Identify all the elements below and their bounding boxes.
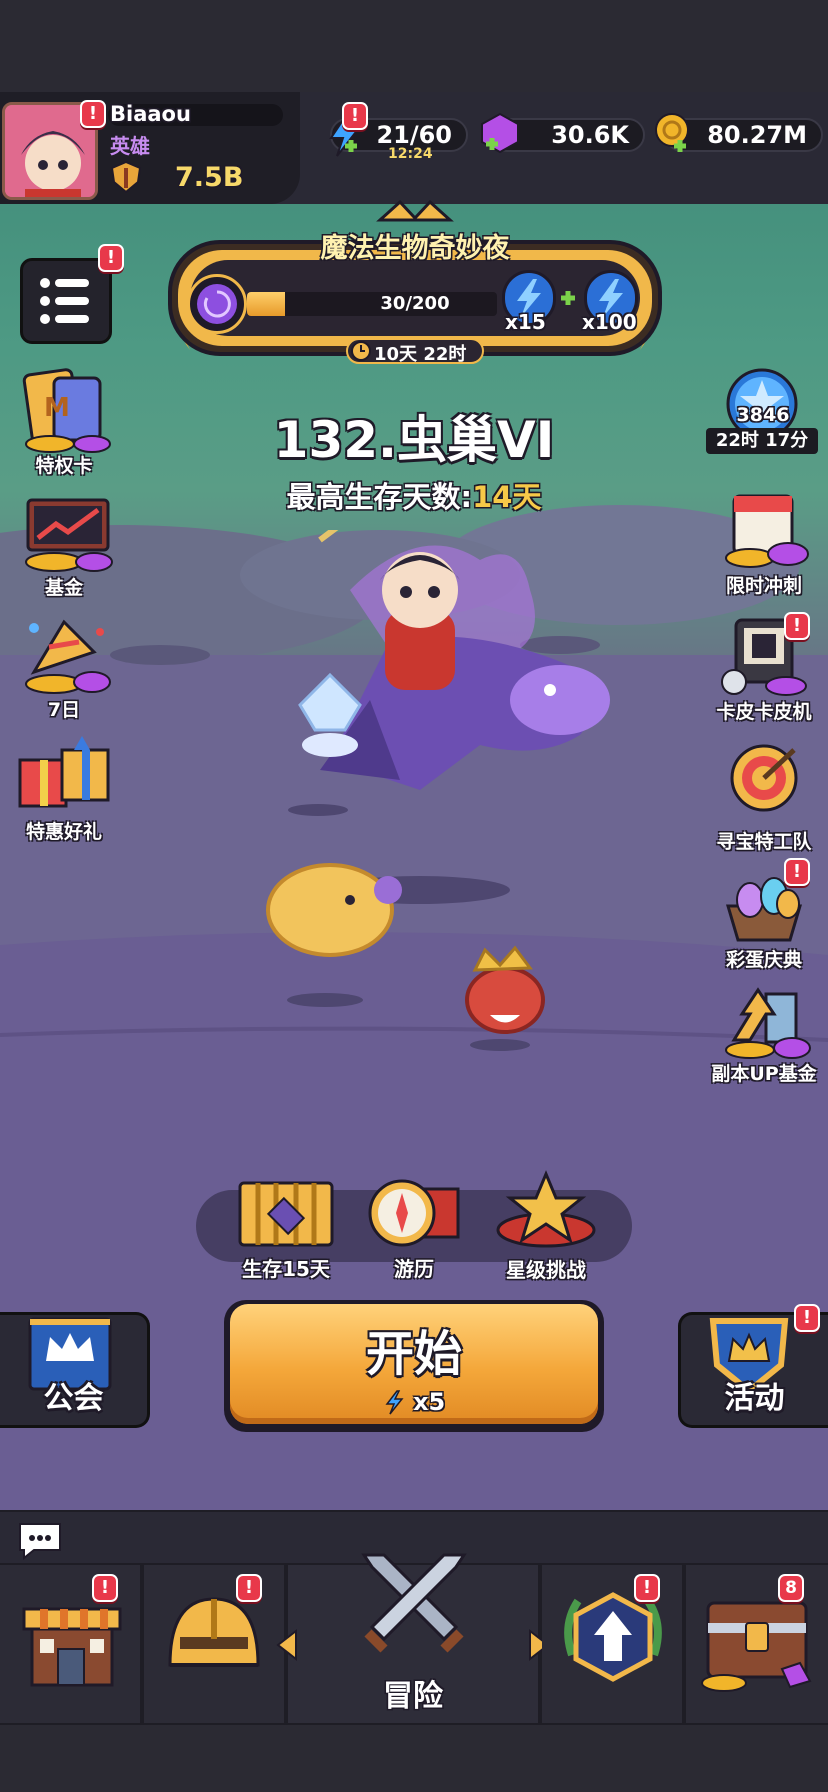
compass-icon: [368, 1179, 460, 1247]
target-icon: [730, 744, 798, 812]
nav-chest[interactable]: [686, 1565, 828, 1723]
fund-chart-icon: [25, 498, 113, 572]
right-menu-label: 寻宝特工队: [716, 831, 812, 853]
reward-count-2: x100: [582, 310, 637, 334]
shop-alert-badge: !: [92, 1574, 118, 1602]
right-menu-dungeon-fund[interactable]: 副本UP基金: [704, 984, 824, 1086]
chest-count-badge: 8: [778, 1574, 804, 1602]
energy-alert-badge: !: [342, 102, 368, 130]
slot-machine-alert-badge: !: [784, 612, 810, 640]
mode-star-challenge[interactable]: 星级挑战: [486, 1170, 606, 1282]
left-menu-seven-day[interactable]: 7日: [4, 612, 124, 722]
left-menu-label: 7日: [47, 699, 81, 721]
seven-day-party-icon: [25, 619, 111, 694]
energy-bolt-icon: [385, 1390, 404, 1415]
left-menu-gift[interactable]: 特惠好礼: [4, 734, 124, 844]
yellow-beast-pet: [250, 860, 410, 970]
start-button[interactable]: 开始 x5: [230, 1304, 598, 1424]
energy-timer: 12:24: [388, 146, 433, 162]
mode-travel[interactable]: 游历: [354, 1175, 474, 1281]
player-name: Biaaou: [110, 102, 191, 126]
treasure-chest-icon: [701, 1601, 812, 1692]
mode-survival[interactable]: 生存15天: [226, 1175, 346, 1281]
activity-label: 活动: [724, 1381, 785, 1416]
reward-count-1: x15: [505, 310, 546, 334]
left-menu-label: 基金: [44, 577, 83, 599]
magic-orb-icon: [187, 274, 247, 334]
plus-icon: [558, 288, 578, 308]
star-count: 3846: [736, 404, 790, 426]
privilege-card-icon: M: [22, 368, 111, 453]
gate-icon: [238, 1181, 334, 1247]
equipment-alert-badge: !: [236, 1574, 262, 1602]
event-title: 魔法生物奇妙夜: [320, 233, 510, 264]
right-menu-label: 限时冲刺: [725, 575, 802, 597]
gold-coin-icon: [652, 110, 696, 156]
menu-alert-badge: !: [98, 244, 124, 272]
best-survival-label: 最高生存天数:: [286, 480, 473, 514]
player-power: 7.5B: [175, 162, 244, 193]
activity-alert-badge: !: [794, 1304, 820, 1332]
gift-box-icon: [18, 736, 110, 808]
nav-adventure[interactable]: 冒险: [276, 1553, 550, 1723]
start-cost: x5: [230, 1388, 598, 1416]
nav-adventure-label: 冒险: [383, 1679, 443, 1714]
chat-bubble-icon: [19, 1523, 61, 1560]
right-menu-label: 卡皮卡皮机: [716, 701, 812, 723]
svg-text:M: M: [44, 393, 70, 423]
clock-icon: [350, 340, 372, 362]
event-progress-text: 30/200: [380, 293, 450, 314]
crossed-swords-icon: [361, 1553, 467, 1653]
left-menu-label: 特权卡: [35, 455, 93, 477]
best-survival-value: 14天: [472, 480, 542, 514]
main-menu-button[interactable]: [20, 258, 112, 344]
left-menu-privilege-card[interactable]: M 特权卡: [4, 368, 124, 478]
menu-list-icon: [40, 278, 89, 324]
mode-label: 生存15天: [242, 1257, 330, 1281]
start-label: 开始: [365, 1326, 462, 1382]
status-area: [0, 0, 828, 92]
best-survival: 最高生存天数:14天: [200, 474, 628, 516]
nav-upgrade[interactable]: [542, 1565, 684, 1723]
power-shield-icon: [110, 160, 142, 194]
start-cost-value: x5: [413, 1388, 446, 1416]
left-menu-label: 特惠好礼: [25, 821, 102, 843]
nav-equipment[interactable]: [144, 1565, 286, 1723]
chevron-left-icon: [276, 1628, 297, 1662]
gem-icon: [478, 110, 522, 156]
right-menu-label: 彩蛋庆典: [725, 949, 802, 971]
mode-label: 星级挑战: [506, 1258, 586, 1282]
upgrade-alert-badge: !: [634, 1574, 660, 1602]
star-crown-icon: [496, 1170, 596, 1248]
helmet-icon: [168, 1597, 260, 1667]
upgrade-arrow-icon: [564, 1592, 662, 1682]
right-menu-limited-sprint[interactable]: 限时冲刺: [704, 490, 824, 598]
star-timer: 22时 17分: [706, 428, 818, 454]
arrow-up-fund-icon: [725, 987, 811, 1059]
home-indicator-area: [0, 1725, 828, 1792]
event-timer: 10天 22时: [374, 344, 467, 365]
nav-shop[interactable]: [0, 1565, 142, 1723]
guild-label: 公会: [43, 1381, 104, 1416]
left-menu-fund[interactable]: 基金: [4, 490, 124, 600]
guild-button[interactable]: 公会: [0, 1312, 150, 1428]
egg-festival-alert-badge: !: [784, 858, 810, 886]
player-title: 英雄: [110, 134, 150, 158]
right-menu-treasure-team[interactable]: 寻宝特工队: [704, 742, 824, 854]
stage-name: 132.虫巢VI: [273, 411, 555, 469]
avatar-alert-badge: !: [80, 100, 106, 128]
shop-icon: [22, 1607, 122, 1687]
calendar-icon: [725, 494, 809, 568]
right-menu-label: 副本UP基金: [711, 1063, 817, 1085]
king-blob-enemy: [460, 940, 560, 1040]
mode-label: 游历: [394, 1257, 434, 1281]
ice-spirit-pet: [290, 670, 370, 760]
